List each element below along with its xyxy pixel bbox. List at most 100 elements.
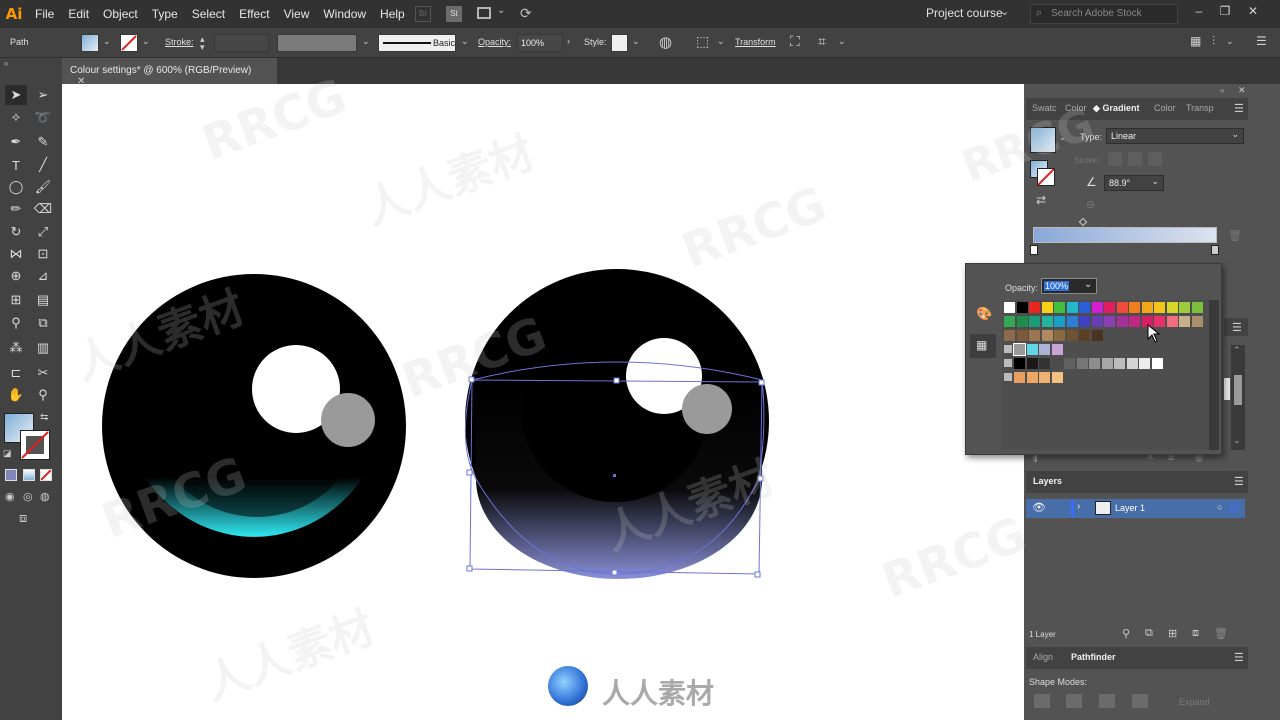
arrange-documents-icon[interactable] bbox=[477, 7, 491, 19]
color-swatch[interactable] bbox=[1191, 302, 1203, 313]
artboard-tool-icon[interactable]: ⊏ bbox=[5, 363, 27, 383]
chevron-down-icon[interactable]: ⌄ bbox=[142, 36, 150, 47]
type-tool-icon[interactable]: T bbox=[5, 155, 27, 175]
swatch-view-toggle[interactable]: ▦ bbox=[970, 334, 996, 358]
menu-select[interactable]: Select bbox=[185, 0, 232, 28]
make-clipping-mask-icon[interactable]: ⧉ bbox=[1145, 627, 1153, 640]
chevron-down-icon[interactable]: ⌄ bbox=[497, 5, 505, 16]
color-swatch[interactable] bbox=[1064, 358, 1075, 369]
color-swatch[interactable] bbox=[1014, 358, 1025, 369]
graphic-style-swatch[interactable] bbox=[611, 34, 628, 52]
color-swatch[interactable] bbox=[1166, 316, 1178, 327]
chevron-down-icon[interactable]: ⌄ bbox=[103, 36, 111, 47]
menu-file[interactable]: File bbox=[28, 0, 61, 28]
magic-wand-tool-icon[interactable]: ✧ bbox=[5, 108, 27, 128]
color-swatch[interactable] bbox=[1079, 330, 1090, 341]
color-swatch[interactable] bbox=[1029, 302, 1040, 313]
color-swatch[interactable] bbox=[1104, 302, 1115, 313]
eyedropper-tool-icon[interactable]: ⚲ bbox=[5, 313, 27, 333]
popup-opacity-field[interactable]: 100% ⌄ bbox=[1041, 278, 1097, 294]
color-swatch[interactable] bbox=[1066, 330, 1078, 341]
color-swatch[interactable] bbox=[1141, 302, 1153, 313]
stroke-gradient-along-icon[interactable] bbox=[1128, 152, 1142, 166]
palette-icon[interactable]: 🎨 bbox=[976, 306, 992, 322]
chevron-down-icon[interactable]: ⌄ bbox=[362, 36, 370, 47]
perspective-grid-tool-icon[interactable]: ⊿ bbox=[32, 266, 54, 286]
left-eye-highlight-small[interactable] bbox=[321, 393, 375, 447]
color-swatch[interactable] bbox=[1054, 316, 1065, 327]
exclude-icon[interactable] bbox=[1132, 694, 1148, 708]
align-to-icon[interactable]: ⬚ bbox=[696, 33, 709, 50]
gradient-fill-preview[interactable] bbox=[1030, 127, 1056, 153]
chevron-down-icon[interactable]: ⌄ bbox=[1000, 5, 1009, 18]
opacity-field[interactable]: 100% bbox=[517, 34, 563, 52]
color-swatch[interactable] bbox=[1179, 302, 1190, 313]
bounding-box-handle[interactable] bbox=[613, 377, 620, 384]
color-swatch[interactable] bbox=[1126, 358, 1138, 369]
bridge-icon[interactable]: Br bbox=[415, 6, 431, 22]
search-stock-input[interactable]: Search Adobe Stock bbox=[1030, 4, 1178, 24]
unite-icon[interactable] bbox=[1034, 694, 1050, 708]
stroke-color-box[interactable] bbox=[20, 430, 50, 460]
puppet-warp-icon[interactable]: ⌗ bbox=[818, 33, 826, 50]
layer-name[interactable]: Layer 1 bbox=[1115, 503, 1145, 513]
color-swatch[interactable] bbox=[1016, 316, 1028, 327]
color-swatch[interactable] bbox=[1016, 330, 1028, 341]
menu-window[interactable]: Window bbox=[316, 0, 373, 28]
draw-behind-icon[interactable]: ◎ bbox=[23, 490, 33, 503]
menu-help[interactable]: Help bbox=[373, 0, 412, 28]
stroke-gradient-across-icon[interactable] bbox=[1148, 152, 1162, 166]
close-icon[interactable]: ✕ bbox=[1243, 4, 1263, 22]
width-tool-icon[interactable]: ⋈ bbox=[5, 244, 27, 264]
scrollbar-thumb[interactable] bbox=[1234, 375, 1242, 405]
bounding-box-handle[interactable] bbox=[466, 565, 473, 572]
align-panel-icon[interactable]: ⫶ bbox=[1212, 34, 1215, 49]
isolate-icon[interactable]: ⛶ bbox=[790, 33, 800, 50]
tab-color[interactable]: Color bbox=[1065, 103, 1087, 113]
pen-tool-icon[interactable]: ✒ bbox=[5, 132, 27, 152]
recolor-artwork-icon[interactable]: ◍ bbox=[659, 33, 672, 51]
new-layer-icon[interactable]: ⧈ bbox=[1192, 627, 1199, 640]
new-sublayer-icon[interactable]: ⊞ bbox=[1168, 627, 1177, 640]
gradient-type-select[interactable]: Linear ⌄ bbox=[1106, 128, 1244, 144]
stroke-gradient-within-icon[interactable] bbox=[1108, 152, 1122, 166]
swap-colors-icon[interactable]: ⇆ bbox=[40, 412, 48, 423]
color-mode-icon[interactable] bbox=[5, 469, 17, 481]
color-swatch[interactable] bbox=[1041, 330, 1053, 341]
menu-view[interactable]: View bbox=[277, 0, 317, 28]
arrange-panel-icon[interactable]: ▦ bbox=[1190, 34, 1201, 48]
color-swatch[interactable] bbox=[1114, 358, 1125, 369]
free-transform-tool-icon[interactable]: ⊡ bbox=[32, 244, 54, 264]
color-swatch[interactable] bbox=[1079, 302, 1090, 313]
color-swatch[interactable] bbox=[1051, 358, 1063, 369]
chevron-up-icon[interactable]: ⌃ bbox=[1233, 345, 1241, 356]
stroke-indicator[interactable] bbox=[1037, 168, 1055, 186]
layer-row[interactable]: 👁 › Layer 1 ○ bbox=[1026, 499, 1245, 518]
hand-tool-icon[interactable]: ✋ bbox=[5, 385, 27, 405]
color-swatch[interactable] bbox=[1104, 316, 1115, 327]
color-swatch[interactable] bbox=[1179, 316, 1190, 327]
minimize-icon[interactable]: – bbox=[1189, 4, 1209, 22]
paintbrush-tool-icon[interactable]: 🖌 bbox=[32, 177, 54, 197]
chevron-down-icon[interactable]: ⌄ bbox=[461, 36, 469, 47]
tab-swatches[interactable]: Swatc bbox=[1032, 103, 1057, 113]
tab-gradient[interactable]: ◆ Gradient bbox=[1093, 103, 1139, 114]
color-swatch[interactable] bbox=[1041, 302, 1053, 313]
default-colors-icon[interactable]: ◪ bbox=[3, 448, 12, 459]
stock-icon[interactable]: St bbox=[446, 6, 462, 22]
color-swatch[interactable] bbox=[1091, 330, 1103, 341]
panel-menu-icon[interactable]: ☰ bbox=[1234, 651, 1244, 664]
collapse-icon[interactable]: « bbox=[1220, 86, 1224, 95]
tab-align[interactable]: Align bbox=[1033, 652, 1053, 662]
bounding-box-handle[interactable] bbox=[468, 376, 475, 383]
menu-edit[interactable]: Edit bbox=[61, 0, 96, 28]
curvature-tool-icon[interactable]: ✎ bbox=[32, 132, 54, 152]
popup-scrollbar[interactable] bbox=[1209, 300, 1219, 450]
chevron-down-icon[interactable]: ⌄ bbox=[1233, 435, 1241, 446]
color-swatch[interactable] bbox=[1066, 302, 1078, 313]
workspace-switcher[interactable]: Project course bbox=[926, 6, 1003, 20]
column-graph-tool-icon[interactable]: ▥ bbox=[32, 338, 54, 358]
color-swatch[interactable] bbox=[1091, 316, 1103, 327]
color-swatch[interactable] bbox=[1151, 358, 1163, 369]
color-swatch[interactable] bbox=[1051, 344, 1063, 355]
